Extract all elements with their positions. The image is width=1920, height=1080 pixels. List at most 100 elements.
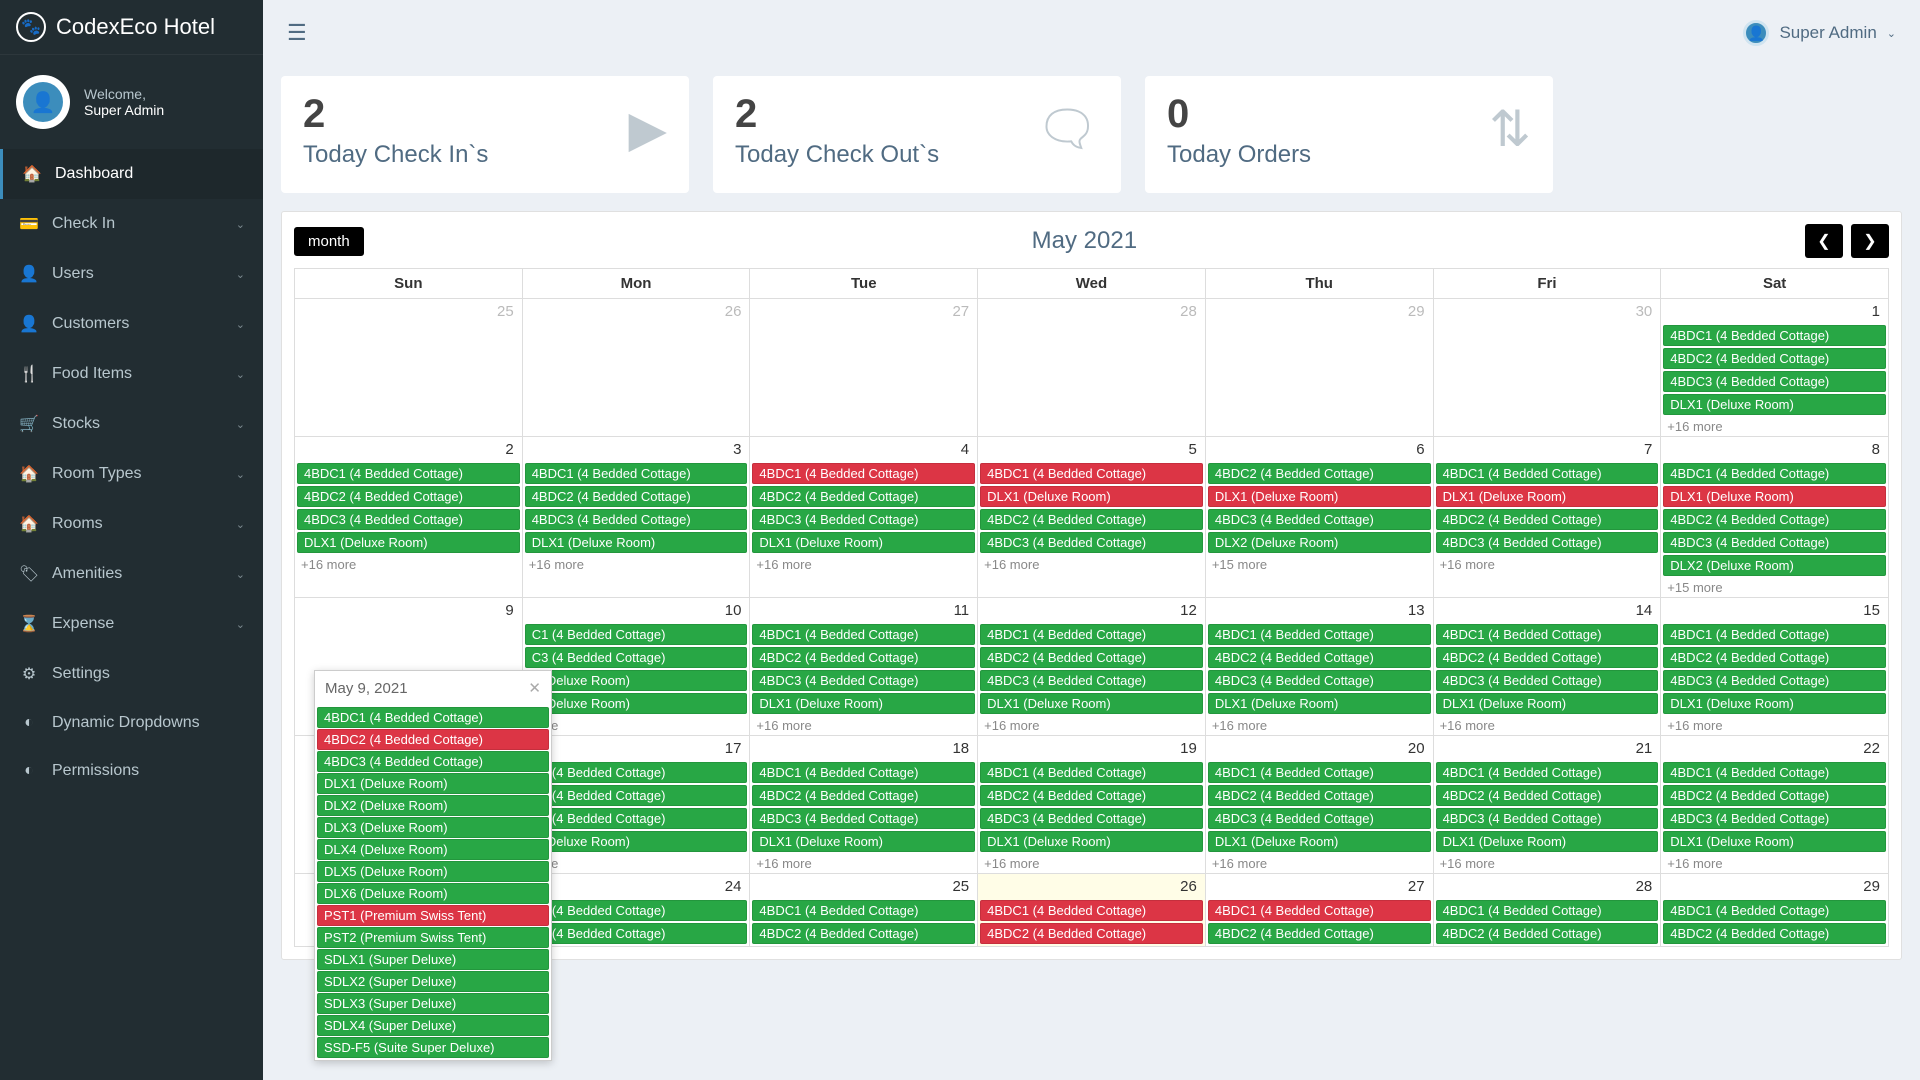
day-cell[interactable]: 184BDC1 (4 Bedded Cottage)4BDC2 (4 Bedde…: [750, 736, 978, 874]
calendar-event[interactable]: 4BDC1 (4 Bedded Cottage): [1436, 900, 1659, 921]
day-cell[interactable]: 284BDC1 (4 Bedded Cottage)4BDC2 (4 Bedde…: [1434, 874, 1662, 947]
calendar-event[interactable]: 1 (Deluxe Room): [525, 670, 748, 691]
more-link[interactable]: +16 more: [1436, 718, 1659, 733]
calendar-event[interactable]: 4BDC2 (4 Bedded Cottage): [980, 509, 1203, 530]
calendar-event[interactable]: 4BDC2 (4 Bedded Cottage): [1663, 348, 1886, 369]
sidebar-item-dynamic-dropdowns[interactable]: ◐Dynamic Dropdowns: [0, 699, 263, 747]
calendar-event[interactable]: 4BDC1 (4 Bedded Cottage): [1663, 762, 1886, 783]
sidebar-item-permissions[interactable]: ◐Permissions: [0, 747, 263, 795]
day-cell[interactable]: 26: [523, 299, 751, 437]
calendar-event[interactable]: 4BDC1 (4 Bedded Cottage): [980, 624, 1203, 645]
day-cell[interactable]: 64BDC2 (4 Bedded Cottage)DLX1 (Deluxe Ro…: [1206, 437, 1434, 598]
day-cell[interactable]: 34BDC1 (4 Bedded Cottage)4BDC2 (4 Bedded…: [523, 437, 751, 598]
more-link[interactable]: +16 more: [1436, 557, 1659, 572]
stat-card[interactable]: 2Today Check In`s▶: [281, 76, 689, 193]
calendar-event[interactable]: 4BDC3 (4 Bedded Cottage): [1208, 670, 1431, 691]
calendar-event[interactable]: DLX2 (Deluxe Room): [1663, 555, 1886, 576]
calendar-event[interactable]: 4BDC2 (4 Bedded Cottage): [980, 785, 1203, 806]
calendar-event[interactable]: 4BDC2 (4 Bedded Cottage): [1436, 923, 1659, 944]
day-cell[interactable]: 14BDC1 (4 Bedded Cottage)4BDC2 (4 Bedded…: [1661, 299, 1889, 437]
day-cell[interactable]: 204BDC1 (4 Bedded Cottage)4BDC2 (4 Bedde…: [1206, 736, 1434, 874]
calendar-event[interactable]: C3 (4 Bedded Cottage): [525, 808, 748, 829]
stat-card[interactable]: 2Today Check Out`s🗨: [713, 76, 1121, 193]
calendar-event[interactable]: 4BDC3 (4 Bedded Cottage): [980, 670, 1203, 691]
day-cell[interactable]: 274BDC1 (4 Bedded Cottage)4BDC2 (4 Bedde…: [1206, 874, 1434, 947]
calendar-event[interactable]: DLX1 (Deluxe Room): [1436, 693, 1659, 714]
calendar-event[interactable]: 4BDC3 (4 Bedded Cottage): [297, 509, 520, 530]
more-link[interactable]: more: [525, 856, 748, 871]
day-cell[interactable]: 194BDC1 (4 Bedded Cottage)4BDC2 (4 Bedde…: [978, 736, 1206, 874]
calendar-event[interactable]: 4BDC2 (4 Bedded Cottage): [752, 486, 975, 507]
calendar-event[interactable]: DLX1 (Deluxe Room): [1663, 394, 1886, 415]
more-link[interactable]: +16 more: [1663, 718, 1886, 733]
sidebar-item-stocks[interactable]: 🛒Stocks⌄: [0, 399, 263, 449]
calendar-event[interactable]: DLX6 (Deluxe Room): [317, 883, 549, 904]
stat-card[interactable]: 0Today Orders⇅: [1145, 76, 1553, 193]
sidebar-item-check-in[interactable]: 💳Check In⌄: [0, 199, 263, 249]
more-link[interactable]: +16 more: [1663, 419, 1886, 434]
more-link[interactable]: +16 more: [980, 557, 1203, 572]
calendar-event[interactable]: DLX1 (Deluxe Room): [525, 532, 748, 553]
calendar-event[interactable]: 4BDC2 (4 Bedded Cottage): [980, 647, 1203, 668]
calendar-event[interactable]: DLX5 (Deluxe Room): [317, 861, 549, 882]
calendar-event[interactable]: DLX4 (Deluxe Room): [317, 839, 549, 860]
calendar-event[interactable]: C1 (4 Bedded Cottage): [525, 624, 748, 645]
calendar-event[interactable]: 4BDC2 (4 Bedded Cottage): [1208, 463, 1431, 484]
sidebar-item-settings[interactable]: ⚙Settings: [0, 649, 263, 699]
sidebar-item-dashboard[interactable]: 🏠Dashboard: [0, 149, 263, 199]
calendar-event[interactable]: 4BDC1 (4 Bedded Cottage): [1663, 900, 1886, 921]
sidebar-item-customers[interactable]: 👤Customers⌄: [0, 299, 263, 349]
day-cell[interactable]: 44BDC1 (4 Bedded Cottage)4BDC2 (4 Bedded…: [750, 437, 978, 598]
calendar-event[interactable]: DLX1 (Deluxe Room): [1663, 831, 1886, 852]
sidebar-item-room-types[interactable]: 🏠Room Types⌄: [0, 449, 263, 499]
calendar-event[interactable]: DLX1 (Deluxe Room): [980, 831, 1203, 852]
calendar-event[interactable]: DLX1 (Deluxe Room): [317, 773, 549, 794]
calendar-event[interactable]: 4BDC1 (4 Bedded Cottage): [752, 900, 975, 921]
calendar-event[interactable]: 4BDC1 (4 Bedded Cottage): [317, 707, 549, 728]
calendar-event[interactable]: SDLX1 (Super Deluxe): [317, 949, 549, 970]
calendar-event[interactable]: 4BDC3 (4 Bedded Cottage): [1208, 808, 1431, 829]
day-cell[interactable]: 17C1 (4 Bedded Cottage)C2 (4 Bedded Cott…: [523, 736, 751, 874]
day-cell[interactable]: 29: [1206, 299, 1434, 437]
calendar-event[interactable]: 4BDC2 (4 Bedded Cottage): [1663, 923, 1886, 944]
calendar-event[interactable]: 2 (Deluxe Room): [525, 693, 748, 714]
day-cell[interactable]: 214BDC1 (4 Bedded Cottage)4BDC2 (4 Bedde…: [1434, 736, 1662, 874]
day-cell[interactable]: 224BDC1 (4 Bedded Cottage)4BDC2 (4 Bedde…: [1661, 736, 1889, 874]
calendar-event[interactable]: 4BDC3 (4 Bedded Cottage): [1663, 670, 1886, 691]
calendar-event[interactable]: 4BDC2 (4 Bedded Cottage): [1663, 785, 1886, 806]
more-link[interactable]: +16 more: [980, 856, 1203, 871]
more-link[interactable]: +16 more: [752, 718, 975, 733]
calendar-event[interactable]: DLX1 (Deluxe Room): [752, 693, 975, 714]
calendar-event[interactable]: 4BDC1 (4 Bedded Cottage): [1436, 624, 1659, 645]
calendar-event[interactable]: 4BDC2 (4 Bedded Cottage): [752, 785, 975, 806]
calendar-event[interactable]: 4BDC1 (4 Bedded Cottage): [1436, 463, 1659, 484]
sidebar-item-users[interactable]: 👤Users⌄: [0, 249, 263, 299]
day-cell[interactable]: 54BDC1 (4 Bedded Cottage)DLX1 (Deluxe Ro…: [978, 437, 1206, 598]
more-link[interactable]: +16 more: [1436, 856, 1659, 871]
day-cell[interactable]: 10C1 (4 Bedded Cottage)C3 (4 Bedded Cott…: [523, 598, 751, 736]
calendar-event[interactable]: 4BDC3 (4 Bedded Cottage): [1663, 532, 1886, 553]
calendar-event[interactable]: 4BDC1 (4 Bedded Cottage): [1436, 762, 1659, 783]
calendar-event[interactable]: 4BDC2 (4 Bedded Cottage): [1208, 785, 1431, 806]
calendar-event[interactable]: 4BDC1 (4 Bedded Cottage): [980, 762, 1203, 783]
brand[interactable]: 🐾 CodexEco Hotel: [0, 0, 263, 55]
calendar-event[interactable]: 4BDC2 (4 Bedded Cottage): [1663, 509, 1886, 530]
calendar-event[interactable]: DLX1 (Deluxe Room): [1663, 486, 1886, 507]
hamburger-icon[interactable]: ☰: [287, 20, 307, 46]
day-cell[interactable]: 74BDC1 (4 Bedded Cottage)DLX1 (Deluxe Ro…: [1434, 437, 1662, 598]
calendar-event[interactable]: 4BDC3 (4 Bedded Cottage): [317, 751, 549, 772]
calendar-event[interactable]: 4BDC2 (4 Bedded Cottage): [317, 729, 549, 750]
topbar-user[interactable]: 👤 Super Admin ⌄: [1743, 20, 1896, 46]
calendar-event[interactable]: DLX1 (Deluxe Room): [1208, 831, 1431, 852]
calendar-event[interactable]: 4BDC2 (4 Bedded Cottage): [1436, 785, 1659, 806]
calendar-event[interactable]: C1 (4 Bedded Cottage): [525, 762, 748, 783]
calendar-event[interactable]: 4BDC1 (4 Bedded Cottage): [980, 463, 1203, 484]
day-cell[interactable]: 124BDC1 (4 Bedded Cottage)4BDC2 (4 Bedde…: [978, 598, 1206, 736]
calendar-event[interactable]: SSD-F5 (Suite Super Deluxe): [317, 1037, 549, 1058]
more-link[interactable]: +16 more: [525, 557, 748, 572]
calendar-event[interactable]: DLX1 (Deluxe Room): [1436, 831, 1659, 852]
calendar-event[interactable]: 1 (Deluxe Room): [525, 831, 748, 852]
calendar-event[interactable]: 4BDC3 (4 Bedded Cottage): [525, 509, 748, 530]
calendar-event[interactable]: PST2 (Premium Swiss Tent): [317, 927, 549, 948]
calendar-event[interactable]: 4BDC1 (4 Bedded Cottage): [980, 900, 1203, 921]
